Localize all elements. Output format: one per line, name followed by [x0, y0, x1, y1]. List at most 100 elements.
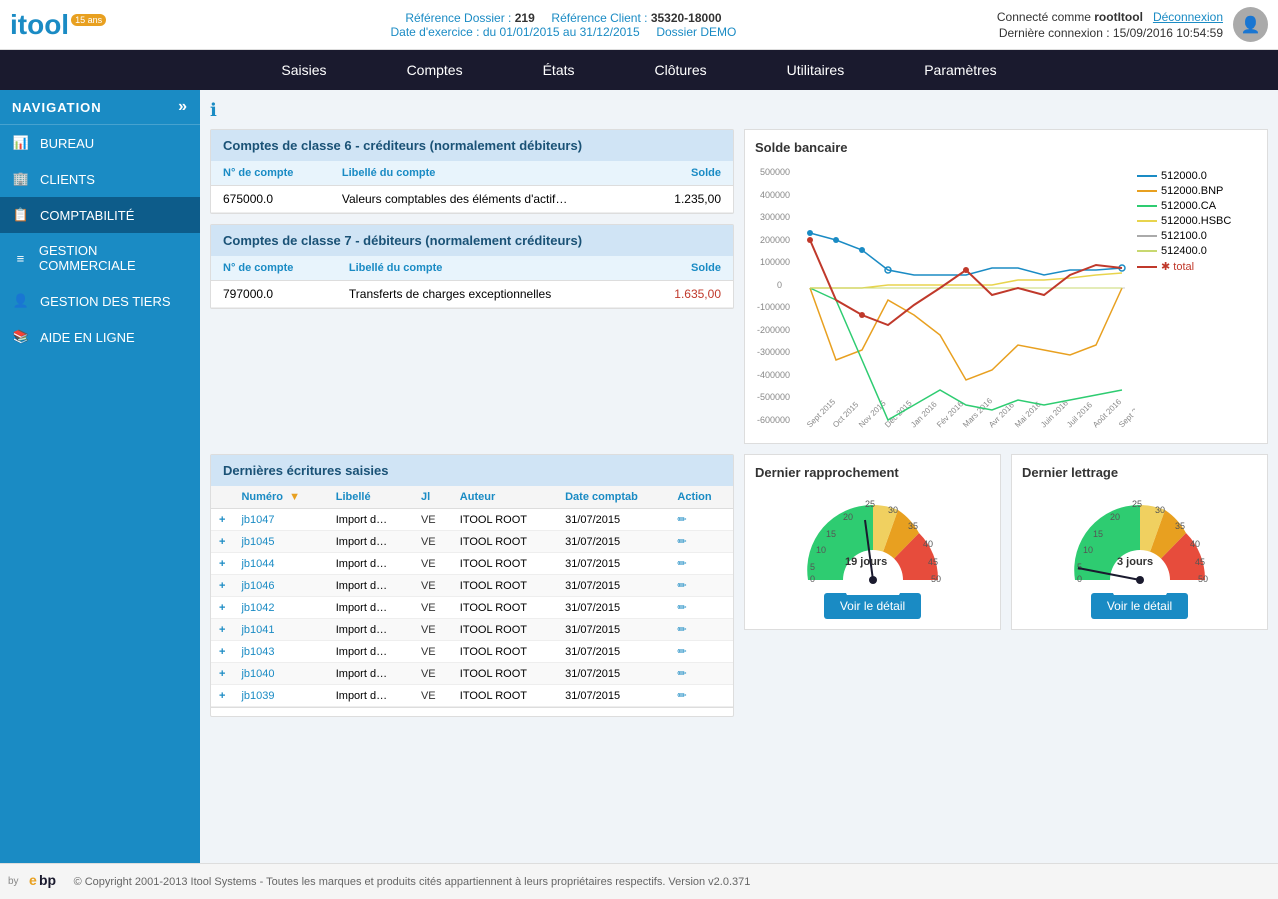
entry-jl: VE [413, 685, 452, 707]
gauge-svg-rapprochement: 0 5 10 15 20 25 30 35 40 45 50 [783, 485, 963, 595]
sidebar-collapse-icon[interactable]: » [178, 98, 188, 116]
legend-item-bnp: 512000.BNP [1137, 185, 1257, 197]
entry-auteur: ITOOL ROOT [452, 619, 557, 641]
ecritures-table: Numéro ▼ Libellé Jl Auteur Date comptab … [211, 486, 733, 707]
col-numero[interactable]: Numéro ▼ [233, 486, 327, 509]
svg-text:45: 45 [1195, 557, 1205, 567]
classe7-table: N° de compte Libellé du compte Solde 797… [211, 256, 733, 308]
nav-parametres[interactable]: Paramètres [884, 50, 1036, 90]
legend-item-512400: 512400.0 [1137, 245, 1257, 257]
left-panel: Comptes de classe 6 - créditeurs (normal… [210, 129, 734, 444]
entry-libelle: Import d… [328, 575, 413, 597]
entry-action[interactable]: ✏ [669, 641, 733, 663]
classe6-libelle: Valeurs comptables des éléments d'actif… [330, 186, 644, 213]
svg-text:3 jours: 3 jours [1117, 556, 1153, 568]
legend-item-hsbc: 512000.HSBC [1137, 215, 1257, 227]
expand-btn[interactable]: + [211, 575, 233, 597]
expand-btn[interactable]: + [211, 531, 233, 553]
entry-auteur: ITOOL ROOT [452, 509, 557, 531]
sidebar-nav-label: NAVIGATION [12, 100, 102, 115]
svg-text:20: 20 [843, 512, 853, 522]
entry-num: jb1041 [233, 619, 327, 641]
col-libelle[interactable]: Libellé [328, 486, 413, 509]
table-row: + jb1047 Import d… VE ITOOL ROOT 31/07/2… [211, 509, 733, 531]
expand-btn[interactable]: + [211, 619, 233, 641]
svg-text:0: 0 [810, 574, 815, 584]
classe7-solde: 1.635,00 [639, 281, 733, 308]
nav-comptes[interactable]: Comptes [367, 50, 503, 90]
expand-btn[interactable]: + [211, 641, 233, 663]
entry-action[interactable]: ✏ [669, 575, 733, 597]
entry-auteur: ITOOL ROOT [452, 553, 557, 575]
svg-text:30: 30 [1155, 505, 1165, 515]
rapprochement-card: Dernier rapprochement [744, 454, 1001, 630]
sidebar-item-gestion-commerciale[interactable]: ≡ GESTION COMMERCIALE [0, 233, 200, 283]
entry-jl: VE [413, 531, 452, 553]
entry-auteur: ITOOL ROOT [452, 597, 557, 619]
nav-clotures[interactable]: Clôtures [615, 50, 747, 90]
col-jl[interactable]: Jl [413, 486, 452, 509]
classe6-col-solde: Solde [644, 161, 733, 186]
sidebar-item-label-comptabilite: COMPTABILITÉ [40, 208, 134, 223]
nav-saisies[interactable]: Saisies [241, 50, 366, 90]
entry-date: 31/07/2015 [557, 641, 669, 663]
nav-utilitaires[interactable]: Utilitaires [747, 50, 885, 90]
rapprochement-voir-detail[interactable]: Voir le détail [824, 593, 921, 619]
svg-text:-100000: -100000 [757, 302, 790, 312]
top-nav: Saisies Comptes États Clôtures Utilitair… [0, 50, 1278, 90]
horizontal-scrollbar[interactable] [211, 707, 733, 716]
svg-text:25: 25 [1132, 499, 1142, 509]
entry-action[interactable]: ✏ [669, 553, 733, 575]
legend-item-total: ✱ total [1137, 260, 1257, 273]
legend-label: 512000.BNP [1161, 185, 1223, 197]
svg-text:35: 35 [1175, 521, 1185, 531]
classe6-col-libelle: Libellé du compte [330, 161, 644, 186]
expand-btn[interactable]: + [211, 509, 233, 531]
classe7-title: Comptes de classe 7 - débiteurs (normale… [211, 225, 733, 256]
sidebar-item-gestion-tiers[interactable]: 👤 GESTION DES TIERS [0, 283, 200, 319]
entry-jl: VE [413, 509, 452, 531]
footer-text: © Copyright 2001-2013 Itool Systems - To… [74, 876, 751, 888]
sidebar-header: NAVIGATION » [0, 90, 200, 125]
entry-libelle: Import d… [328, 553, 413, 575]
entry-action[interactable]: ✏ [669, 619, 733, 641]
ref-dossier-label: Référence Dossier : [405, 11, 511, 25]
legend-label: ✱ total [1161, 260, 1194, 273]
expand-btn[interactable]: + [211, 663, 233, 685]
col-auteur[interactable]: Auteur [452, 486, 557, 509]
entry-auteur: ITOOL ROOT [452, 663, 557, 685]
expand-btn[interactable]: + [211, 685, 233, 707]
sidebar-item-comptabilite[interactable]: 📋 COMPTABILITÉ [0, 197, 200, 233]
col-date[interactable]: Date comptab [557, 486, 669, 509]
entry-action[interactable]: ✏ [669, 663, 733, 685]
entry-libelle: Import d… [328, 641, 413, 663]
svg-text:25: 25 [865, 499, 875, 509]
svg-text:20: 20 [1110, 512, 1120, 522]
expand-btn[interactable]: + [211, 553, 233, 575]
entry-action[interactable]: ✏ [669, 597, 733, 619]
sidebar-item-label-clients: CLIENTS [40, 172, 95, 187]
footer-logo: e bp [29, 872, 64, 891]
connected-label: Connecté comme [997, 10, 1091, 24]
sidebar-item-aide-en-ligne[interactable]: 📚 AIDE EN LIGNE [0, 319, 200, 355]
info-icon[interactable]: ℹ [210, 100, 1268, 121]
entry-action[interactable]: ✏ [669, 685, 733, 707]
lettrage-voir-detail[interactable]: Voir le détail [1091, 593, 1188, 619]
rapprochement-gauge: 0 5 10 15 20 25 30 35 40 45 50 [783, 485, 963, 585]
entry-action[interactable]: ✏ [669, 531, 733, 553]
table-row: + jb1039 Import d… VE ITOOL ROOT 31/07/2… [211, 685, 733, 707]
legend-item-512100: 512100.0 [1137, 230, 1257, 242]
expand-btn[interactable]: + [211, 597, 233, 619]
logo-badge: 15 ans [71, 14, 106, 26]
classe6-table: N° de compte Libellé du compte Solde 675… [211, 161, 733, 213]
sidebar-item-clients[interactable]: 🏢 CLIENTS [0, 161, 200, 197]
nav-etats[interactable]: États [503, 50, 615, 90]
entry-date: 31/07/2015 [557, 619, 669, 641]
entry-num: jb1045 [233, 531, 327, 553]
sidebar-item-bureau[interactable]: 📊 BUREAU [0, 125, 200, 161]
entry-action[interactable]: ✏ [669, 509, 733, 531]
deconnexion-link[interactable]: Déconnexion [1153, 10, 1223, 24]
table-row: + jb1041 Import d… VE ITOOL ROOT 31/07/2… [211, 619, 733, 641]
svg-text:100000: 100000 [760, 257, 790, 267]
entry-jl: VE [413, 619, 452, 641]
